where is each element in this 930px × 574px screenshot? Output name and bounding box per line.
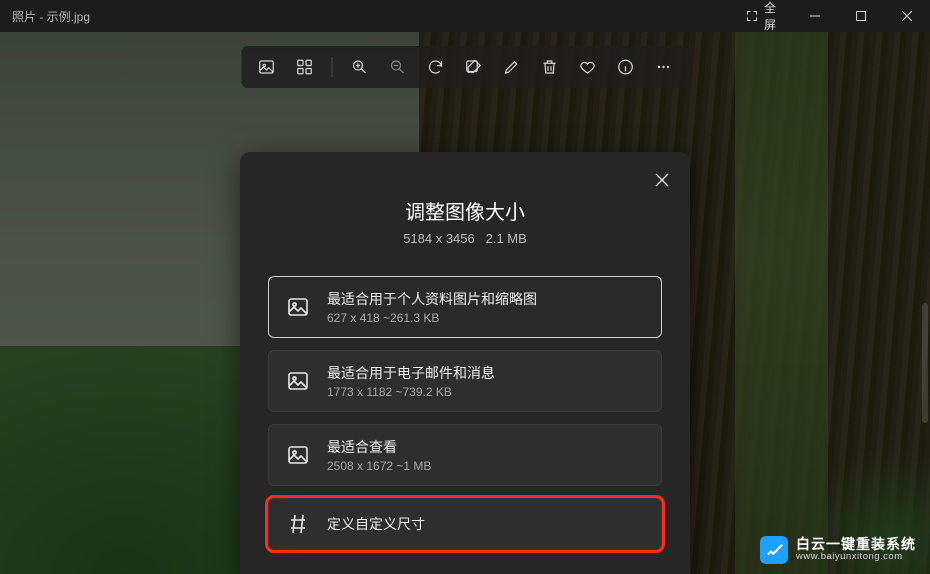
info-button[interactable] <box>611 52 641 82</box>
maximize-button[interactable] <box>838 0 884 32</box>
image-toolbar <box>242 46 689 88</box>
watermark: 白云一键重装系统 www.baiyunxitong.com <box>760 536 916 564</box>
image-icon <box>285 294 311 320</box>
edit-button[interactable] <box>459 52 489 82</box>
watermark-logo-icon <box>760 536 788 564</box>
draw-button[interactable] <box>497 52 527 82</box>
watermark-title: 白云一键重装系统 <box>796 537 916 552</box>
resize-option-1[interactable]: 最适合用于电子邮件和消息 1773 x 1182 ~739.2 KB <box>268 350 662 412</box>
toolbar-separator <box>332 57 333 77</box>
image-canvas: 调整图像大小 5184 x 3456 2.1 MB 最适合用于个人资料图片和缩略… <box>0 32 930 574</box>
resize-option-2[interactable]: 最适合查看 2508 x 1672 ~1 MB <box>268 424 662 486</box>
image-icon <box>285 368 311 394</box>
zoom-out-button[interactable] <box>383 52 413 82</box>
rotate-button[interactable] <box>421 52 451 82</box>
fullscreen-label: 全屏 <box>764 0 776 33</box>
view-image-button[interactable] <box>252 52 282 82</box>
hash-icon <box>285 511 311 537</box>
favorite-button[interactable] <box>573 52 603 82</box>
option-meta: 627 x 418 ~261.3 KB <box>327 311 537 325</box>
resize-option-3[interactable]: 定义自定义尺寸 <box>268 498 662 550</box>
dialog-close-button[interactable] <box>648 166 676 194</box>
option-label: 最适合用于电子邮件和消息 <box>327 363 495 383</box>
option-label: 定义自定义尺寸 <box>327 511 425 537</box>
dialog-title: 调整图像大小 <box>268 196 662 225</box>
option-meta: 2508 x 1672 ~1 MB <box>327 459 431 473</box>
resize-dialog: 调整图像大小 5184 x 3456 2.1 MB 最适合用于个人资料图片和缩略… <box>240 152 690 574</box>
more-button[interactable] <box>649 52 679 82</box>
delete-button[interactable] <box>535 52 565 82</box>
resize-options-list: 最适合用于个人资料图片和缩略图 627 x 418 ~261.3 KB 最适合用于电… <box>268 276 662 550</box>
resize-option-0[interactable]: 最适合用于个人资料图片和缩略图 627 x 418 ~261.3 KB <box>268 276 662 338</box>
zoom-in-button[interactable] <box>345 52 375 82</box>
scrollbar[interactable] <box>922 303 928 423</box>
close-window-button[interactable] <box>884 0 930 32</box>
watermark-url: www.baiyunxitong.com <box>796 552 916 562</box>
option-label: 最适合查看 <box>327 437 431 457</box>
option-meta: 1773 x 1182 ~739.2 KB <box>327 385 495 399</box>
titlebar: 照片 - 示例.jpg 全屏 <box>0 0 930 32</box>
collection-button[interactable] <box>290 52 320 82</box>
app-title: 照片 - 示例.jpg <box>12 8 90 25</box>
fullscreen-button[interactable]: 全屏 <box>730 0 792 32</box>
minimize-button[interactable] <box>792 0 838 32</box>
option-label: 最适合用于个人资料图片和缩略图 <box>327 289 537 309</box>
dialog-meta: 5184 x 3456 2.1 MB <box>268 231 662 246</box>
image-icon <box>285 442 311 468</box>
